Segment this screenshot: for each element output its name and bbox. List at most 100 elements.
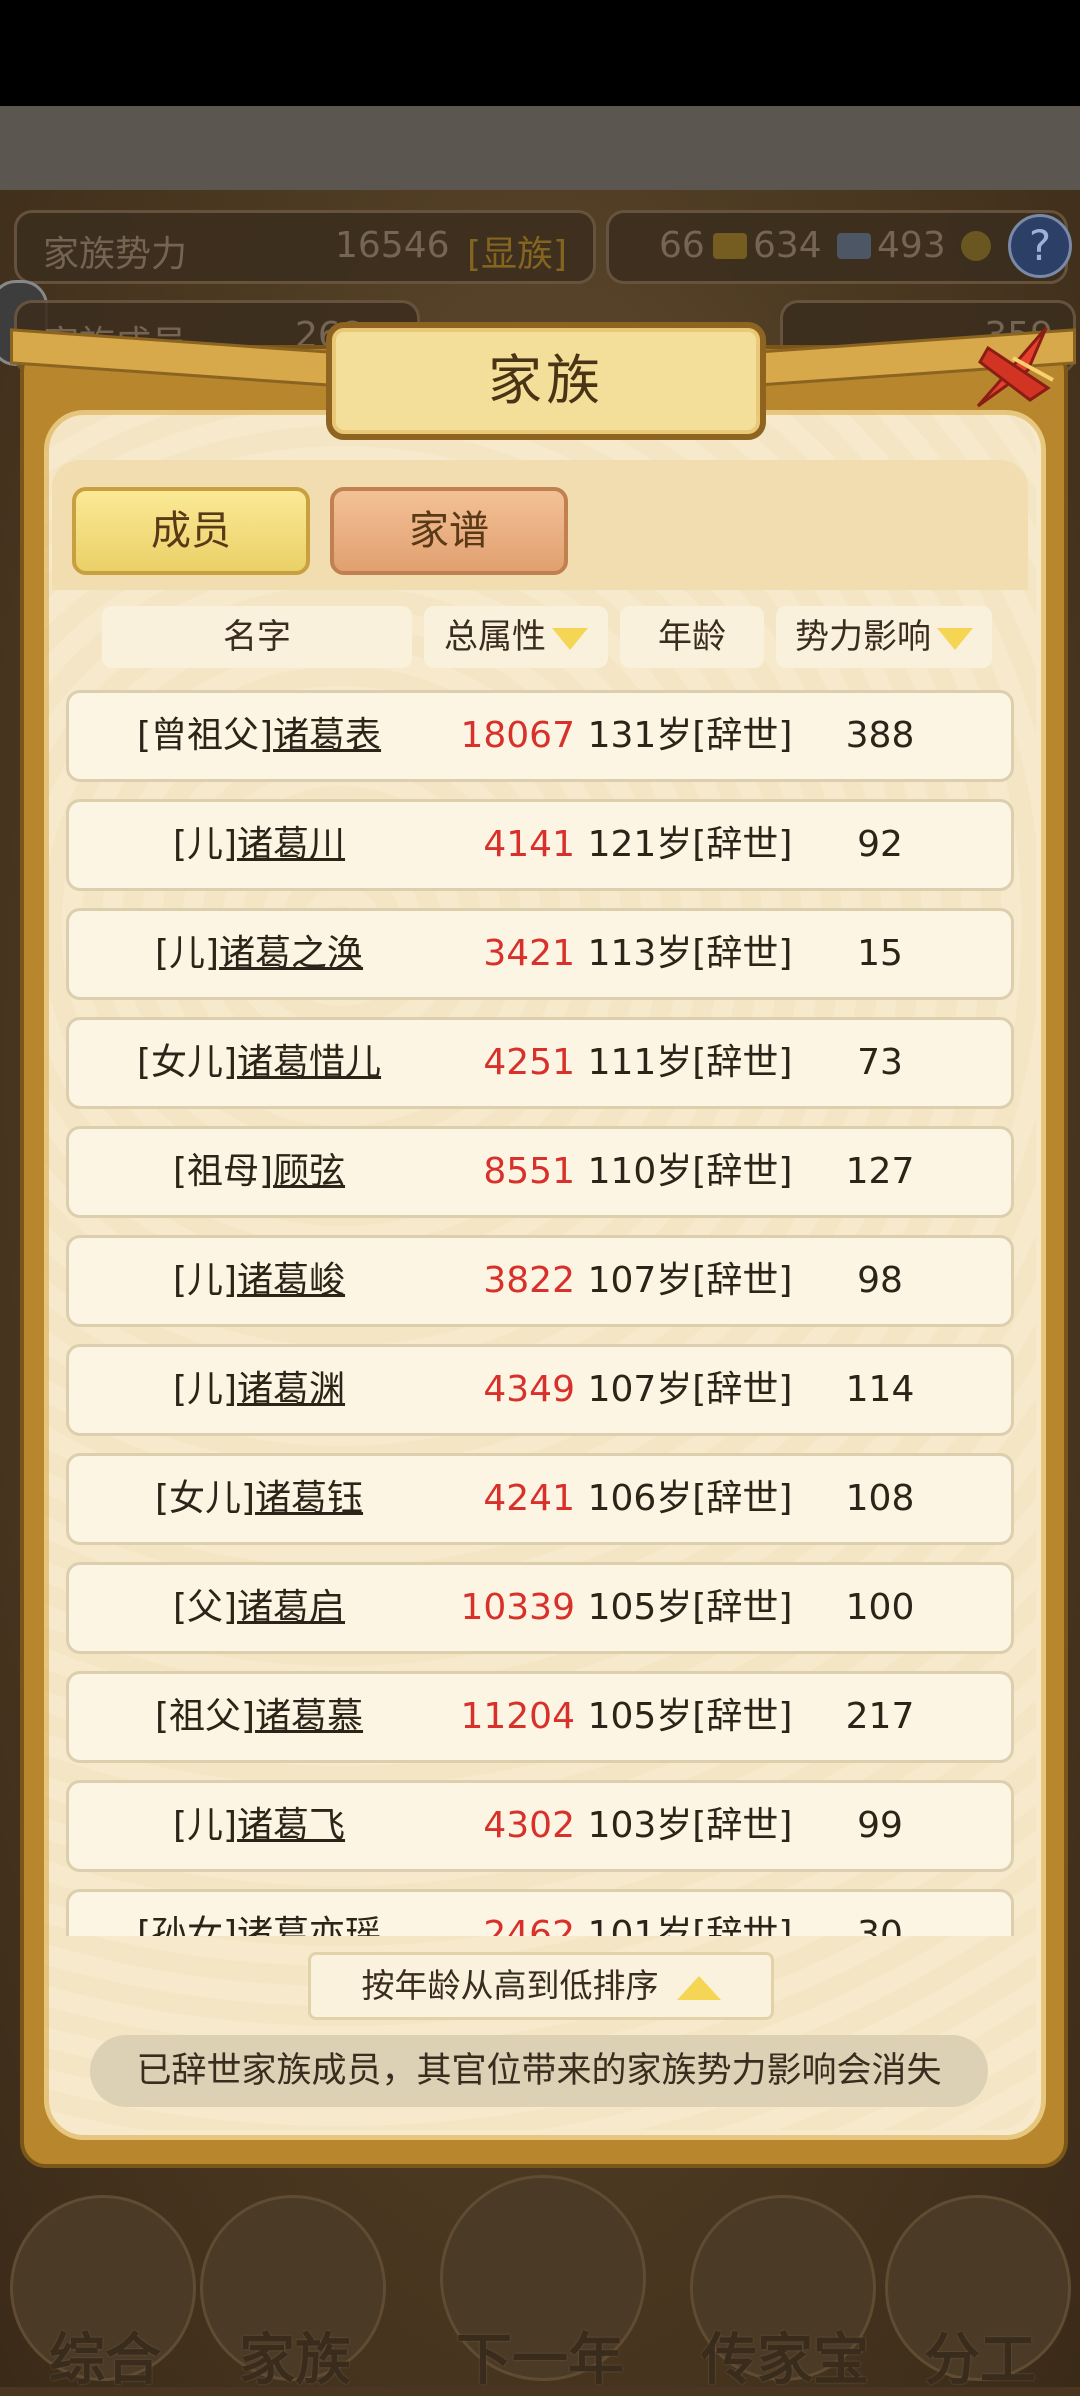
- member-relation: [女儿]: [136, 1042, 238, 1083]
- resource-1-value: 66: [659, 225, 705, 266]
- member-name-link[interactable]: 诸葛钰: [255, 1478, 363, 1519]
- member-row[interactable]: [祖父]诸葛慕 11204 105岁[辞世] 217: [66, 1671, 1014, 1763]
- gold-bar-icon: [713, 233, 747, 259]
- member-name-link[interactable]: 诸葛亦瑶: [237, 1914, 381, 1936]
- member-relation: [女儿]: [154, 1478, 256, 1519]
- member-row[interactable]: [儿]诸葛川 4141 121岁[辞世] 92: [66, 799, 1014, 891]
- nav-family-label: 家族: [239, 2328, 351, 2393]
- nav-assignment-label: 分工: [924, 2328, 1036, 2393]
- member-name-link[interactable]: 诸葛渊: [237, 1369, 345, 1410]
- deceased-notice: 已辞世家族成员，其官位带来的家族势力影响会消失: [90, 2035, 988, 2107]
- member-row[interactable]: [父]诸葛启 10339 105岁[辞世] 100: [66, 1562, 1014, 1654]
- column-header-influence[interactable]: 势力影响: [776, 606, 992, 668]
- member-row[interactable]: [儿]诸葛峻 3822 107岁[辞世] 98: [66, 1235, 1014, 1327]
- member-total-attr: 4251: [483, 1042, 575, 1083]
- member-relation: [儿]: [172, 824, 238, 865]
- member-influence: 98: [857, 1260, 903, 1301]
- nav-overview-label: 综合: [49, 2328, 161, 2393]
- member-name-link[interactable]: 诸葛表: [273, 715, 381, 756]
- family-power-value: 16546: [335, 225, 450, 266]
- member-list[interactable]: [曾祖父]诸葛表 18067 131岁[辞世] 388 [儿]诸葛川 4141 …: [66, 686, 1014, 1936]
- member-name-link[interactable]: 诸葛启: [237, 1587, 345, 1628]
- silver-bar-icon: [837, 233, 871, 259]
- member-age: 113岁[辞世]: [587, 933, 793, 974]
- family-power-bar[interactable]: 家族势力 16546 [显族]: [14, 210, 596, 284]
- member-row[interactable]: [祖母]顾弦 8551 110岁[辞世] 127: [66, 1126, 1014, 1218]
- nav-heirloom-label: 传家宝: [701, 2328, 869, 2393]
- tab-family-tree[interactable]: 家谱: [330, 487, 568, 575]
- nav-family[interactable]: 家族: [200, 2195, 390, 2393]
- member-age: 106岁[辞世]: [587, 1478, 793, 1519]
- member-influence: 30: [857, 1914, 903, 1936]
- member-influence: 15: [857, 933, 903, 974]
- close-icon[interactable]: [958, 318, 1058, 418]
- member-total-attr: 4302: [483, 1805, 575, 1846]
- member-influence: 217: [845, 1696, 915, 1737]
- tab-members[interactable]: 成员: [72, 487, 310, 575]
- member-influence: 114: [845, 1369, 915, 1410]
- column-header-total-attr-label: 总属性: [444, 617, 546, 657]
- member-relation: [曾祖父]: [136, 715, 274, 756]
- member-total-attr: 18067: [460, 715, 575, 756]
- member-age: 103岁[辞世]: [587, 1805, 793, 1846]
- nav-assignment[interactable]: 分工: [885, 2195, 1075, 2393]
- resources-bar: 66 634 493: [606, 210, 1068, 284]
- nav-overview[interactable]: 综合: [10, 2195, 200, 2393]
- member-row[interactable]: [儿]诸葛之涣 3421 113岁[辞世] 15: [66, 908, 1014, 1000]
- sort-up-icon: [676, 1975, 721, 2000]
- member-relation: [儿]: [154, 933, 220, 974]
- member-name-link[interactable]: 顾弦: [273, 1151, 345, 1192]
- member-total-attr: 10339: [460, 1587, 575, 1628]
- member-age: 131岁[辞世]: [587, 715, 793, 756]
- member-relation: [祖母]: [172, 1151, 274, 1192]
- column-header-total-attr[interactable]: 总属性: [424, 606, 608, 668]
- member-relation: [儿]: [172, 1805, 238, 1846]
- sort-down-icon: [937, 627, 973, 650]
- member-row[interactable]: [曾祖父]诸葛表 18067 131岁[辞世] 388: [66, 690, 1014, 782]
- column-header-name-label: 名字: [223, 617, 291, 657]
- member-row[interactable]: [儿]诸葛飞 4302 103岁[辞世] 99: [66, 1780, 1014, 1872]
- help-button[interactable]: ?: [1008, 214, 1072, 278]
- resource-2-value: 634: [753, 225, 822, 266]
- member-age: 121岁[辞世]: [587, 824, 793, 865]
- column-header-influence-label: 势力影响: [795, 617, 931, 657]
- member-total-attr: 4241: [483, 1478, 575, 1519]
- modal-title: 家族: [488, 349, 604, 412]
- modal-title-plate: 家族: [326, 322, 766, 440]
- member-total-attr: 3822: [483, 1260, 575, 1301]
- member-age: 105岁[辞世]: [587, 1587, 793, 1628]
- member-relation: [孙女]: [136, 1914, 238, 1936]
- member-total-attr: 4141: [483, 824, 575, 865]
- member-name-link[interactable]: 诸葛之涣: [219, 933, 363, 974]
- column-header-name: 名字: [102, 606, 412, 668]
- member-name-link[interactable]: 诸葛飞: [237, 1805, 345, 1846]
- nav-next-year[interactable]: 下一年: [440, 2175, 646, 2393]
- column-header-age-label: 年龄: [658, 617, 726, 657]
- member-name-link[interactable]: 诸葛慕: [255, 1696, 363, 1737]
- member-name-link[interactable]: 诸葛川: [237, 824, 345, 865]
- member-total-attr: 2462: [483, 1914, 575, 1936]
- column-header-age: 年龄: [620, 606, 764, 668]
- status-bar: [0, 0, 1080, 106]
- member-row[interactable]: [孙女]诸葛亦瑶 2462 101岁[辞世] 30: [66, 1889, 1014, 1936]
- sort-by-age-button[interactable]: 按年龄从高到低排序: [308, 1952, 774, 2020]
- member-influence: 73: [857, 1042, 903, 1083]
- member-influence: 100: [845, 1587, 915, 1628]
- member-row[interactable]: [女儿]诸葛惜儿 4251 111岁[辞世] 73: [66, 1017, 1014, 1109]
- member-row[interactable]: [儿]诸葛渊 4349 107岁[辞世] 114: [66, 1344, 1014, 1436]
- member-relation: [父]: [172, 1587, 238, 1628]
- member-total-attr: 11204: [460, 1696, 575, 1737]
- member-name-link[interactable]: 诸葛峻: [237, 1260, 345, 1301]
- nav-heirloom[interactable]: 传家宝: [690, 2195, 880, 2393]
- member-name-link[interactable]: 诸葛惜儿: [237, 1042, 381, 1083]
- member-age: 107岁[辞世]: [587, 1260, 793, 1301]
- family-power-label: 家族势力: [43, 234, 188, 275]
- member-relation: [儿]: [172, 1260, 238, 1301]
- member-influence: 92: [857, 824, 903, 865]
- member-row[interactable]: [女儿]诸葛钰 4241 106岁[辞世] 108: [66, 1453, 1014, 1545]
- coin-icon: [961, 231, 991, 261]
- member-relation: [祖父]: [154, 1696, 256, 1737]
- member-total-attr: 4349: [483, 1369, 575, 1410]
- member-age: 110岁[辞世]: [587, 1151, 793, 1192]
- resource-3-value: 493: [877, 225, 946, 266]
